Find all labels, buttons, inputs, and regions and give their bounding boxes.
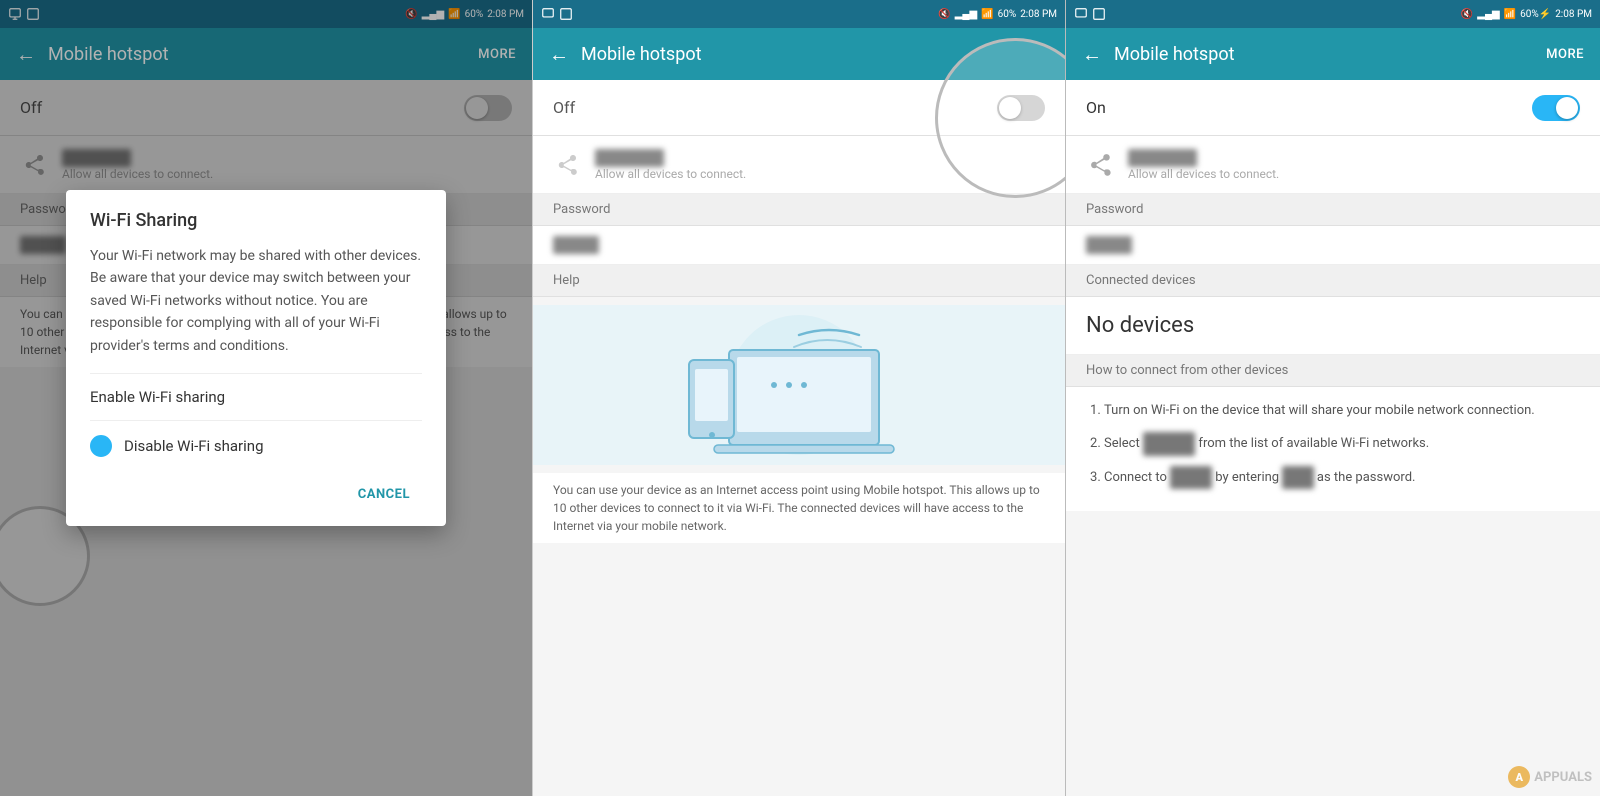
dialog-actions: CANCEL (90, 471, 422, 518)
how-to-header: How to connect from other devices (1066, 355, 1600, 387)
status-right-3: 🔇 ▂▄▆ 📶 60%⚡ 2:08 PM (1461, 9, 1592, 20)
toggle-row-3[interactable]: On (1066, 80, 1600, 136)
network-ref-blurred (1143, 432, 1195, 455)
watermark: A APPUALS (1508, 766, 1592, 788)
help-text-2: You can use your device as an Internet a… (533, 473, 1065, 543)
wifi-3: 📶 (1504, 9, 1516, 20)
app-bar-3: ← Mobile hotspot MORE (1066, 28, 1600, 80)
signal-3: ▂▄▆ (1477, 9, 1499, 20)
password-text-2 (553, 236, 599, 254)
instruction-1: Turn on Wi-Fi on the device that will sh… (1104, 399, 1580, 422)
network-name-2 (595, 149, 664, 167)
disable-option-label: Disable Wi-Fi sharing (124, 437, 264, 455)
connected-devices-header: Connected devices (1066, 265, 1600, 297)
instruction-3: Connect to by entering as the password. (1104, 466, 1580, 489)
mute-icon-2: 🔇 (938, 9, 950, 20)
panel-content-3: On Allow all devices to connect. Passwor… (1066, 80, 1600, 796)
instructions-list: Turn on Wi-Fi on the device that will sh… (1066, 387, 1600, 511)
help-header-2: Help (533, 265, 1065, 297)
network-row-3: Allow all devices to connect. (1066, 136, 1600, 194)
toggle-thumb-3 (1556, 97, 1578, 119)
help-image (533, 305, 1065, 465)
dialog-overlay: Wi-Fi Sharing Your Wi-Fi network may be … (0, 0, 532, 796)
network-ref-blurred-2 (1170, 466, 1212, 489)
toggle-switch-3[interactable] (1532, 95, 1580, 121)
status-left-2 (541, 7, 573, 21)
network-content-3: Allow all devices to connect. (1128, 148, 1580, 181)
password-ref-blurred (1282, 466, 1313, 489)
battery-2: 60% (998, 9, 1017, 20)
status-bar-3: 🔇 ▂▄▆ 📶 60%⚡ 2:08 PM (1066, 0, 1600, 28)
app-title-3: Mobile hotspot (1114, 44, 1534, 65)
password-header-3: Password (1066, 194, 1600, 226)
back-button-2[interactable]: ← (549, 42, 569, 67)
share-icon-3 (1086, 151, 1114, 179)
notification-icon-3 (1074, 7, 1088, 21)
time-3: 2:08 PM (1555, 9, 1592, 20)
network-sub-3: Allow all devices to connect. (1128, 167, 1580, 181)
password-value-2 (533, 226, 1065, 265)
panel-2: 🔇 ▂▄▆ 📶 60% 2:08 PM ← Mobile hotspot Off (533, 0, 1066, 796)
device-svg (533, 305, 1065, 465)
mute-icon-3: 🔇 (1461, 9, 1473, 20)
cancel-button[interactable]: CANCEL (346, 479, 422, 510)
instruction-2: Select from the list of available Wi-Fi … (1104, 432, 1580, 455)
wifi-sharing-dialog: Wi-Fi Sharing Your Wi-Fi network may be … (66, 190, 446, 526)
more-button-3[interactable]: MORE (1546, 47, 1584, 62)
dialog-body: Your Wi-Fi network may be shared with ot… (90, 245, 422, 357)
password-text-3 (1086, 236, 1132, 254)
toggle-label-2: Off (553, 98, 575, 117)
status-bar-2: 🔇 ▂▄▆ 📶 60% 2:08 PM (533, 0, 1065, 28)
disable-wifi-sharing-option[interactable]: Disable Wi-Fi sharing (90, 420, 422, 471)
enable-option-label: Enable Wi-Fi sharing (90, 388, 225, 406)
wifi-2: 📶 (981, 9, 993, 20)
watermark-text: APPUALS (1534, 770, 1592, 785)
no-devices-text: No devices (1066, 297, 1600, 355)
signal-2: ▂▄▆ (955, 9, 977, 20)
panel-1: 🔇 ▂▄▆ 📶 60% 2:08 PM ← Mobile hotspot MOR… (0, 0, 533, 796)
password-header-2: Password (533, 194, 1065, 226)
enable-wifi-sharing-option[interactable]: Enable Wi-Fi sharing (90, 373, 422, 420)
dialog-title: Wi-Fi Sharing (90, 210, 422, 231)
photo-icon-2 (559, 7, 573, 21)
watermark-logo: A (1508, 766, 1530, 788)
battery-3: 60%⚡ (1520, 9, 1551, 20)
password-value-3 (1066, 226, 1600, 265)
time-2: 2:08 PM (1020, 9, 1057, 20)
network-name-3 (1128, 149, 1197, 167)
status-left-3 (1074, 7, 1106, 21)
panel-3: 🔇 ▂▄▆ 📶 60%⚡ 2:08 PM ← Mobile hotspot MO… (1066, 0, 1600, 796)
status-right-2: 🔇 ▂▄▆ 📶 60% 2:08 PM (938, 9, 1057, 20)
back-button-3[interactable]: ← (1082, 42, 1102, 67)
toggle-label-3: On (1086, 98, 1106, 117)
notification-icon-2 (541, 7, 555, 21)
photo-icon-3 (1092, 7, 1106, 21)
share-icon-2 (553, 151, 581, 179)
